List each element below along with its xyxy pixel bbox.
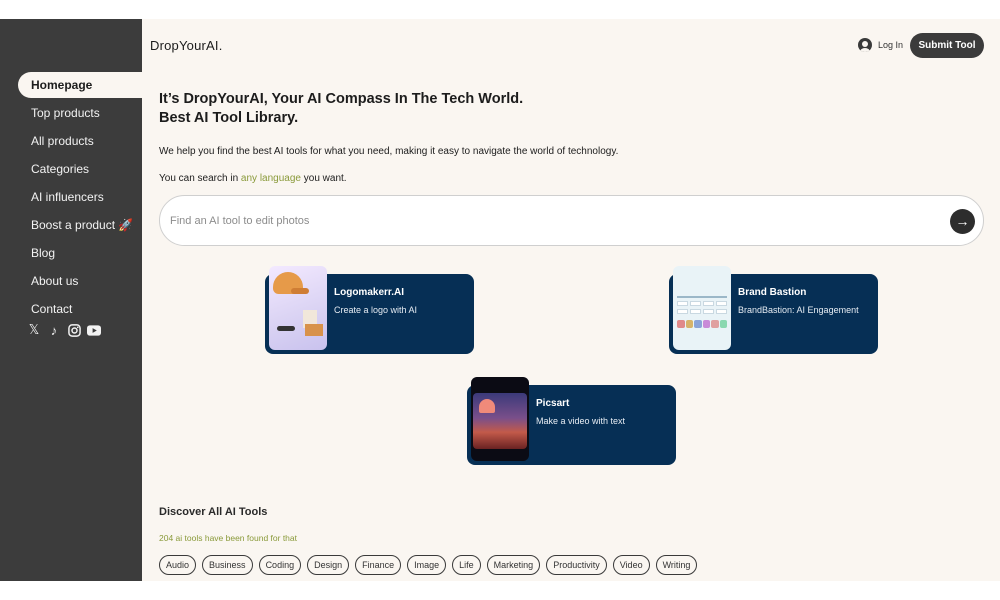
- hero-title-line2: Best AI Tool Library.: [159, 110, 299, 126]
- chip-video[interactable]: Video: [612, 555, 650, 575]
- sidebar-item-ai-influencers[interactable]: AI influencers: [18, 184, 142, 210]
- lang-accent: any language: [240, 173, 301, 184]
- login-label: Log In: [878, 40, 904, 50]
- card-description: BrandBastion: AI Engagement: [738, 305, 859, 315]
- category-chips: Audio Business Coding Design Finance Ima…: [159, 555, 698, 575]
- logomakerr-thumbnail: [269, 266, 327, 350]
- brand-bastion-thumbnail: [673, 266, 731, 350]
- social-links: 𝕏 ♪: [27, 322, 101, 338]
- hero-title-line1: It’s DropYourAI, Your AI Compass In The …: [159, 91, 524, 107]
- chip-productivity[interactable]: Productivity: [546, 555, 607, 575]
- sidebar-item-blog[interactable]: Blog: [18, 240, 142, 266]
- x-icon[interactable]: 𝕏: [27, 322, 41, 337]
- chip-design[interactable]: Design: [307, 555, 350, 575]
- sidebar-item-categories[interactable]: Categories: [18, 156, 142, 182]
- chip-audio[interactable]: Audio: [159, 555, 197, 575]
- lang-prefix: You can search in: [159, 173, 241, 184]
- chip-finance[interactable]: Finance: [355, 555, 402, 575]
- chip-life[interactable]: Life: [452, 555, 481, 575]
- submit-tool-button[interactable]: Submit Tool: [910, 33, 984, 58]
- sidebar-item-about-us[interactable]: About us: [18, 268, 142, 294]
- search-input[interactable]: [170, 212, 930, 230]
- discover-title: Discover All AI Tools: [159, 506, 268, 518]
- chip-writing[interactable]: Writing: [655, 555, 698, 575]
- login-link[interactable]: Log In: [858, 38, 903, 52]
- card-title: Logomakerr.AI: [334, 287, 405, 298]
- search-bar: →: [159, 195, 984, 246]
- site-logo[interactable]: DropYourAI.: [150, 38, 223, 53]
- featured-card-logomakerr[interactable]: Logomakerr.AI Create a logo with AI: [265, 266, 474, 354]
- chip-coding[interactable]: Coding: [258, 555, 302, 575]
- instagram-icon[interactable]: [67, 323, 81, 337]
- hero-language-note: You can search in any language you want.: [159, 173, 347, 184]
- lang-suffix: you want.: [300, 173, 347, 184]
- featured-card-picsart[interactable]: Picsart Make a video with text: [467, 377, 676, 465]
- chip-marketing[interactable]: Marketing: [486, 555, 541, 575]
- tiktok-icon[interactable]: ♪: [47, 323, 61, 338]
- sidebar-item-top-products[interactable]: Top products: [18, 100, 142, 126]
- picsart-thumbnail: [471, 377, 529, 461]
- hero-subtitle: We help you find the best AI tools for w…: [159, 146, 619, 157]
- card-description: Create a logo with AI: [334, 305, 418, 315]
- card-description: Make a video with text: [536, 416, 626, 426]
- results-count: 204 ai tools have been found for that: [159, 533, 297, 543]
- card-title: Brand Bastion: [738, 287, 807, 298]
- app-frame: DropYourAI. Homepage Top products All pr…: [0, 19, 1000, 581]
- youtube-icon[interactable]: [87, 323, 101, 337]
- sidebar-item-boost-product[interactable]: Boost a product 🚀: [18, 212, 142, 238]
- arrow-right-icon[interactable]: →: [950, 209, 975, 234]
- chip-image[interactable]: Image: [407, 555, 447, 575]
- sidebar-item-all-products[interactable]: All products: [18, 128, 142, 154]
- featured-card-brand-bastion[interactable]: Brand Bastion BrandBastion: AI Engagemen…: [669, 266, 878, 354]
- user-icon: [858, 38, 872, 52]
- card-title: Picsart: [536, 398, 570, 409]
- hero-title: It’s DropYourAI, Your AI Compass In The …: [159, 90, 523, 128]
- chip-business[interactable]: Business: [202, 555, 253, 575]
- sidebar-item-homepage[interactable]: Homepage: [18, 72, 142, 98]
- sidebar-item-contact[interactable]: Contact: [18, 296, 142, 322]
